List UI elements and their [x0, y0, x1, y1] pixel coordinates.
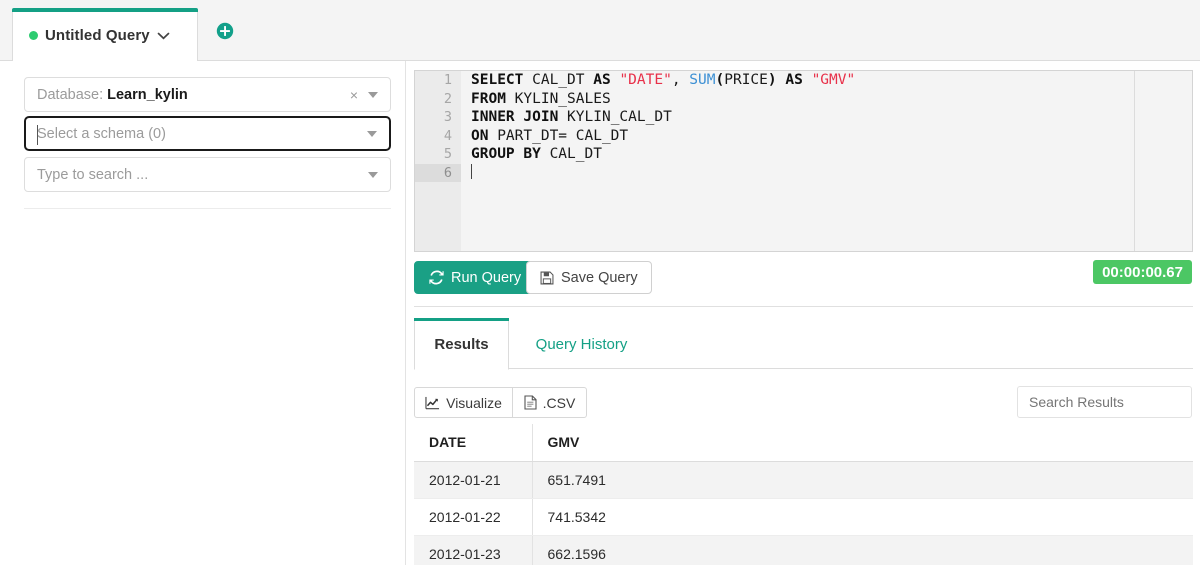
editor-minimap-divider [1134, 71, 1135, 251]
left-sidebar: Database: Learn_kylin × Select a schema … [0, 61, 406, 565]
chevron-down-icon[interactable] [368, 91, 378, 98]
section-divider [414, 306, 1193, 307]
tab-query-history-label: Query History [535, 335, 628, 353]
code-line-3: INNER JOIN KYLIN_CAL_DT [471, 109, 672, 125]
floppy-disk-icon [540, 271, 554, 285]
tab-label: Untitled Query [45, 26, 150, 44]
chevron-down-icon[interactable] [368, 171, 378, 178]
line-number: 2 [443, 90, 452, 107]
query-workbench: Untitled Query Database: Learn_kylin × S… [0, 0, 1200, 565]
chevron-down-icon[interactable] [367, 130, 377, 137]
column-header-gmv[interactable]: GMV [532, 424, 1193, 462]
table-row[interactable]: 2012-01-22 741.5342 [414, 498, 1193, 536]
table-search-select[interactable]: Type to search ... [24, 157, 391, 192]
table-header-row: DATE GMV [414, 424, 1193, 462]
cell-date: 2012-01-21 [414, 461, 533, 499]
cell-date: 2012-01-22 [414, 498, 533, 536]
results-tab-bar: Results Query History [414, 318, 1193, 370]
sidebar-divider [24, 208, 391, 209]
table-search-placeholder: Type to search ... [37, 166, 149, 183]
line-number: 1 [443, 72, 452, 88]
tab-untitled-query[interactable]: Untitled Query [12, 8, 198, 61]
tab-query-history[interactable]: Query History [509, 318, 654, 370]
tab-status-dot [29, 30, 38, 40]
editor-line-gutter: 1 2 3 4 5 6 [415, 71, 461, 251]
csv-export-button[interactable]: .CSV [512, 387, 587, 418]
refresh-icon [429, 270, 444, 285]
save-query-label: Save Query [561, 269, 638, 286]
database-select[interactable]: Database: Learn_kylin × [24, 77, 391, 112]
schema-select-placeholder: Select a schema (0) [37, 125, 166, 142]
results-table: DATE GMV 2012-01-21 651.7491 2012-01-22 … [414, 424, 1193, 565]
visualize-label: Visualize [446, 394, 502, 411]
run-query-button[interactable]: Run Query [414, 261, 537, 294]
cell-gmv: 662.1596 [532, 535, 1193, 565]
results-table-body: 2012-01-21 651.7491 2012-01-22 741.5342 … [414, 461, 1193, 565]
schema-select[interactable]: Select a schema (0) [24, 116, 391, 151]
line-number: 4 [443, 127, 452, 144]
run-query-label: Run Query [451, 269, 522, 286]
plus-circle-icon [216, 22, 234, 40]
code-line-4: ON PART_DT= CAL_DT [471, 127, 629, 144]
clear-database-icon[interactable]: × [348, 88, 360, 102]
table-row[interactable]: 2012-01-23 662.1596 [414, 535, 1193, 565]
main-panel: 1 2 3 4 5 6 SELECT CAL_DT AS "DATE", SUM… [406, 61, 1200, 565]
code-line-1: SELECT CAL_DT AS "DATE", SUM(PRICE) AS "… [471, 72, 856, 88]
code-line-6 [471, 163, 1192, 183]
csv-label: .CSV [542, 394, 576, 411]
file-icon [524, 395, 537, 410]
database-select-value: Database: Learn_kylin [37, 86, 188, 103]
tab-results-label: Results [434, 335, 489, 353]
column-header-date[interactable]: DATE [414, 424, 533, 462]
line-number: 5 [443, 146, 452, 162]
table-row[interactable]: 2012-01-21 651.7491 [414, 461, 1193, 499]
line-chart-icon [425, 396, 440, 410]
add-tab-button[interactable] [216, 22, 234, 40]
chevron-down-icon[interactable] [157, 29, 170, 42]
line-number: 3 [443, 109, 452, 125]
cell-gmv: 741.5342 [532, 498, 1193, 536]
cell-gmv: 651.7491 [532, 461, 1193, 499]
line-number-active: 6 [415, 163, 461, 182]
save-query-button[interactable]: Save Query [526, 261, 652, 294]
search-results-input[interactable] [1017, 386, 1192, 418]
editor-code-area[interactable]: SELECT CAL_DT AS "DATE", SUM(PRICE) AS "… [461, 71, 1192, 251]
query-tab-bar: Untitled Query [0, 0, 1200, 61]
text-caret [37, 125, 38, 145]
tab-results[interactable]: Results [414, 318, 509, 370]
cell-date: 2012-01-23 [414, 535, 533, 565]
sql-editor[interactable]: 1 2 3 4 5 6 SELECT CAL_DT AS "DATE", SUM… [414, 70, 1193, 252]
query-timer-badge: 00:00:00.67 [1093, 260, 1192, 284]
visualize-button[interactable]: Visualize [414, 387, 513, 418]
code-line-2: FROM KYLIN_SALES [471, 90, 611, 107]
code-line-5: GROUP BY CAL_DT [471, 146, 602, 162]
